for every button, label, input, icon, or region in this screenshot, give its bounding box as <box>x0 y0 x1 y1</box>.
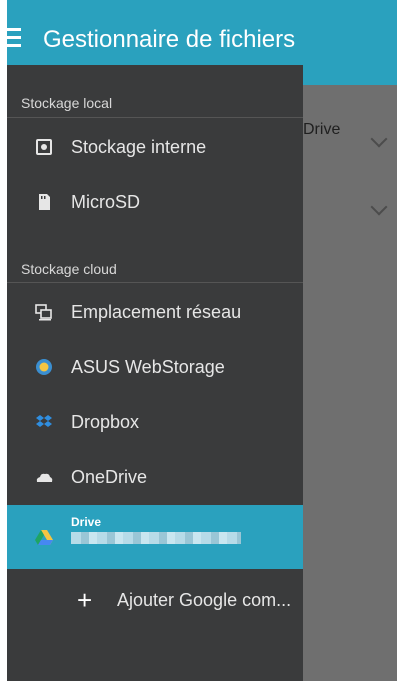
asus-webstorage-icon <box>36 359 52 375</box>
drawer-item-dropbox[interactable]: Dropbox <box>7 395 303 449</box>
divider <box>7 117 303 118</box>
menu-icon[interactable] <box>7 28 21 50</box>
dropbox-icon <box>36 415 52 427</box>
section-header-local: Stockage local <box>21 95 113 111</box>
section-header-cloud: Stockage cloud <box>21 261 117 277</box>
add-item-label: Ajouter Google com... <box>117 590 292 610</box>
drawer-item-internal-storage[interactable]: Stockage interne <box>7 120 303 174</box>
drawer-item-asus-webstorage[interactable]: ASUS WebStorage <box>7 340 303 394</box>
drawer-item-label: Emplacement réseau <box>71 302 242 322</box>
drawer-item-network-location[interactable]: Emplacement réseau <box>7 285 303 339</box>
plus-icon: + <box>77 585 93 615</box>
drawer-item-label: ASUS WebStorage <box>71 357 225 377</box>
background-row-2[interactable] <box>303 145 397 216</box>
internal-storage-icon <box>36 139 52 155</box>
screen: Drive Gestionnaire de fichiers Stockage … <box>7 0 397 681</box>
add-google-account-button[interactable]: + Ajouter Google com... <box>7 573 303 627</box>
background-row-label: Drive <box>303 121 341 138</box>
drawer-item-google-drive[interactable]: Drive <box>7 505 303 569</box>
sd-card-icon <box>39 194 50 210</box>
background-row-drive[interactable]: Drive <box>303 85 397 148</box>
divider <box>7 282 303 283</box>
app-title: Gestionnaire de fichiers <box>43 26 296 53</box>
drawer-item-label: Dropbox <box>71 412 140 432</box>
navigation-drawer: Stockage local Stockage interne MicroSD … <box>7 65 303 681</box>
onedrive-icon <box>36 473 53 482</box>
background-content: Drive <box>303 85 397 681</box>
google-drive-icon <box>35 530 53 545</box>
chevron-down-icon[interactable] <box>370 198 388 216</box>
drawer-item-label: OneDrive <box>71 467 148 487</box>
drawer-item-microsd[interactable]: MicroSD <box>7 175 303 229</box>
network-location-icon <box>35 304 52 321</box>
drawer-item-label: Stockage interne <box>71 137 207 157</box>
drawer-item-title: Drive <box>71 515 102 529</box>
drawer-item-onedrive[interactable]: OneDrive <box>7 450 303 504</box>
drawer-item-label: MicroSD <box>71 192 141 212</box>
blurred-account-text <box>71 532 241 544</box>
